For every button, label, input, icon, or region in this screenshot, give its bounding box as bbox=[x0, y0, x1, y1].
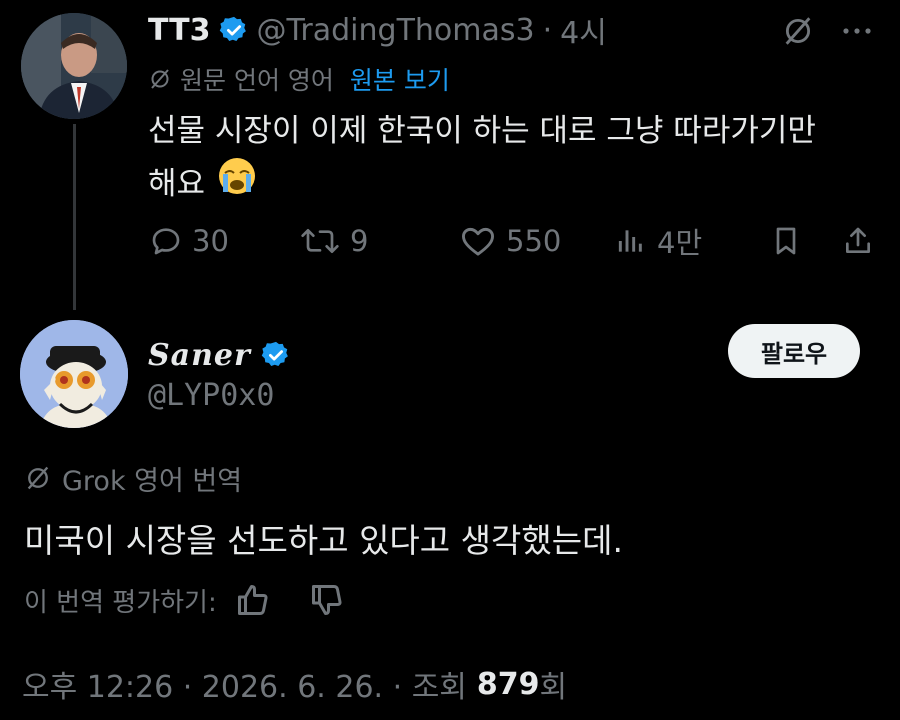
grok-slash-icon[interactable] bbox=[781, 14, 815, 48]
rate-translation-row: 이 번역 평가하기: bbox=[24, 580, 345, 620]
bookmark-icon[interactable] bbox=[770, 224, 802, 258]
parent-display-name[interactable]: TT3 bbox=[148, 13, 211, 48]
reply-name-row: Saner bbox=[148, 335, 291, 375]
saner-avatar[interactable] bbox=[20, 320, 128, 428]
dot-separator: · bbox=[542, 12, 553, 48]
tweet-timestamp-row: 오후 12:26 · 2026. 6. 26. · 조회 879 회 bbox=[22, 662, 567, 706]
retweet-count: 9 bbox=[350, 224, 369, 258]
timestamp-text[interactable]: 오후 12:26 · 2026. 6. 26. · 조회 bbox=[22, 662, 467, 706]
grok-translation-label: Grok 영어 번역 bbox=[24, 460, 243, 497]
share-icon[interactable] bbox=[842, 224, 874, 258]
views-count: 4만 bbox=[657, 226, 703, 260]
views-icon bbox=[618, 230, 642, 252]
crying-face-emoji bbox=[217, 156, 257, 211]
grok-slash-icon bbox=[151, 69, 169, 89]
verified-badge-icon bbox=[219, 16, 246, 41]
reply-tweet-text: 미국이 시장을 선도하고 있다고 생각했는데. bbox=[24, 521, 623, 560]
translation-source-text: Grok 영어 번역 bbox=[62, 465, 243, 497]
views-action[interactable]: 4만 bbox=[615, 222, 702, 260]
grok-slash-icon bbox=[27, 466, 49, 490]
thread-connector-line bbox=[73, 124, 76, 310]
like-count: 550 bbox=[506, 224, 562, 258]
verified-badge-icon bbox=[261, 341, 288, 366]
follow-button[interactable]: 팔로우 bbox=[728, 324, 860, 378]
like-action[interactable]: 550 bbox=[460, 222, 561, 260]
thumbs-down-icon[interactable] bbox=[309, 582, 345, 618]
view-count-suffix: 회 bbox=[539, 670, 568, 705]
thumbs-up-icon[interactable] bbox=[235, 582, 271, 618]
reply-handle[interactable]: @LYP0x0 bbox=[148, 378, 274, 413]
translation-note: 원문 언어 영어 원본 보기 bbox=[148, 62, 450, 96]
rate-translation-label: 이 번역 평가하기: bbox=[24, 587, 217, 618]
parent-tweet-header: TT3 @TradingThomas3 · 4시 bbox=[148, 8, 607, 52]
retweet-action[interactable]: 9 bbox=[300, 222, 368, 260]
parent-text-line1: 선물 시장이 이제 한국이 하는 대로 그냥 따라가기만 bbox=[148, 113, 816, 149]
retweet-icon bbox=[301, 229, 339, 253]
parent-time[interactable]: 4시 bbox=[560, 8, 607, 52]
more-icon[interactable] bbox=[840, 22, 874, 40]
parent-tweet-text: 선물 시장이 이제 한국이 하는 대로 그냥 따라가기만 해요 bbox=[148, 106, 888, 211]
like-icon bbox=[462, 227, 494, 256]
reply-display-name[interactable]: Saner bbox=[148, 338, 251, 373]
reply-action[interactable]: 30 bbox=[150, 222, 229, 260]
reply-count: 30 bbox=[192, 224, 229, 258]
translation-language-label: 원문 언어 영어 bbox=[180, 66, 334, 95]
parent-text-line2: 해요 bbox=[148, 165, 206, 202]
view-count: 879 bbox=[476, 666, 540, 702]
parent-handle[interactable]: @TradingThomas3 bbox=[257, 13, 535, 48]
reply-icon bbox=[152, 228, 180, 255]
tt3-avatar[interactable] bbox=[21, 13, 127, 119]
show-original-link[interactable]: 원본 보기 bbox=[350, 61, 450, 97]
